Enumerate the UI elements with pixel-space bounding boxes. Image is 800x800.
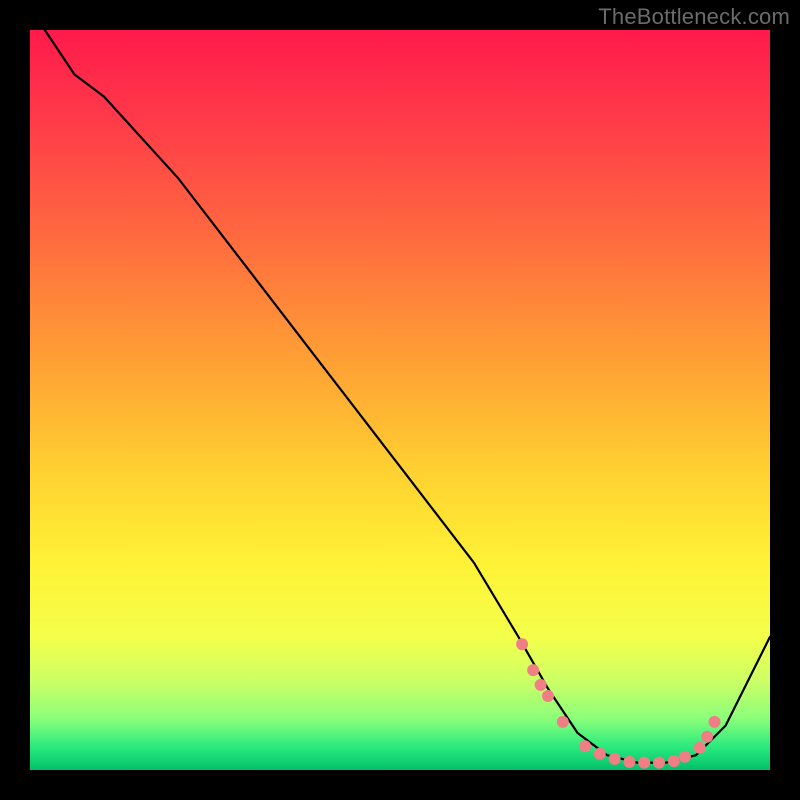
- marker-dot: [516, 638, 528, 650]
- marker-dot: [609, 753, 621, 765]
- marker-dot: [623, 756, 635, 768]
- watermark-text: TheBottleneck.com: [598, 4, 790, 30]
- marker-dot: [679, 751, 691, 763]
- marker-dot: [542, 690, 554, 702]
- plot-area: [30, 30, 770, 770]
- marker-dot: [579, 740, 591, 752]
- marker-dot: [709, 716, 721, 728]
- marker-dot: [557, 716, 569, 728]
- marker-dot: [668, 755, 680, 767]
- marker-dot: [535, 679, 547, 691]
- curve-path: [45, 30, 770, 763]
- marker-dot: [527, 664, 539, 676]
- plot-svg: [30, 30, 770, 770]
- marker-dot: [638, 757, 650, 769]
- marker-dot: [701, 731, 713, 743]
- chart-frame: TheBottleneck.com: [0, 0, 800, 800]
- marker-dot: [594, 748, 606, 760]
- marker-dot: [694, 742, 706, 754]
- marker-dot: [653, 757, 665, 769]
- marker-group: [516, 638, 720, 768]
